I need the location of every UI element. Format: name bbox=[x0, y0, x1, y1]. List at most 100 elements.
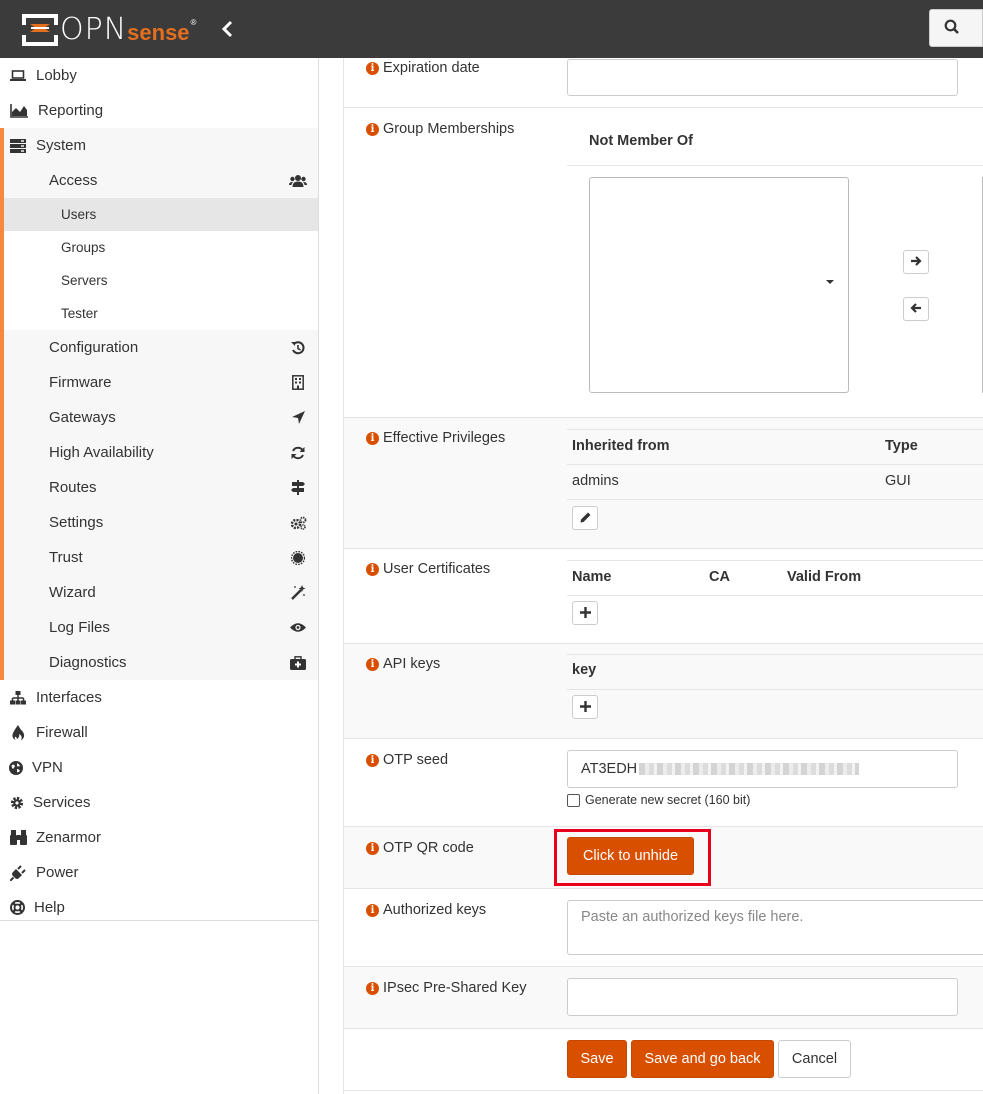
save-button[interactable]: Save bbox=[567, 1040, 627, 1078]
sidebar-item-interfaces[interactable]: Interfaces bbox=[0, 680, 318, 715]
row-otp-seed: i OTP seed AT3EDH Generate new secret (1… bbox=[344, 739, 983, 827]
sidebar-divider bbox=[0, 920, 318, 921]
building-icon bbox=[289, 375, 307, 390]
sidebar-item-label: Configuration bbox=[49, 339, 139, 356]
opnsense-logo[interactable]: OPN sense ® bbox=[22, 10, 196, 48]
sidebar-item-servers[interactable]: Servers bbox=[4, 264, 318, 297]
info-icon[interactable]: i bbox=[366, 981, 379, 995]
info-icon[interactable]: i bbox=[366, 431, 379, 445]
user-edit-form: i Expiration date i Group Memberships No… bbox=[343, 58, 983, 1094]
info-icon[interactable]: i bbox=[366, 562, 379, 576]
eye-icon bbox=[289, 622, 307, 633]
sidebar-item-label: Lobby bbox=[36, 67, 77, 84]
users-icon bbox=[289, 174, 307, 188]
sidebar-item-vpn[interactable]: VPN bbox=[0, 750, 318, 785]
generate-secret-checkbox[interactable] bbox=[567, 793, 580, 807]
row-ipsec-psk: i IPsec Pre-Shared Key bbox=[344, 967, 983, 1029]
sidebar-item-tester[interactable]: Tester bbox=[4, 297, 318, 330]
sidebar-item-label: High Availability bbox=[49, 444, 154, 461]
sidebar-item-label: Wizard bbox=[49, 584, 96, 601]
sidebar-item-label: Services bbox=[33, 794, 91, 811]
magic-icon bbox=[289, 585, 307, 600]
chevron-left-icon[interactable] bbox=[220, 18, 236, 40]
sidebar-item-system[interactable]: System bbox=[0, 128, 318, 163]
not-member-of-header: Not Member Of bbox=[589, 133, 693, 149]
search-button[interactable] bbox=[929, 9, 983, 47]
row-actions: Save Save and go back Cancel bbox=[344, 1029, 983, 1091]
sidebar-item-diagnostics[interactable]: Diagnostics bbox=[4, 645, 318, 680]
sidebar-item-wizard[interactable]: Wizard bbox=[4, 575, 318, 610]
sidebar-item-trust[interactable]: Trust bbox=[4, 540, 318, 575]
label-api-keys: i API keys bbox=[366, 656, 440, 672]
life-ring-icon bbox=[0, 900, 34, 915]
sidebar-item-label: Groups bbox=[61, 240, 106, 255]
label-expiration-date: i Expiration date bbox=[366, 60, 480, 76]
divider bbox=[567, 689, 983, 690]
sidebar-item-services[interactable]: Services bbox=[0, 785, 318, 820]
sidebar-item-configuration[interactable]: Configuration bbox=[4, 330, 318, 365]
authorized-keys-textarea[interactable]: Paste an authorized keys file here. bbox=[567, 900, 983, 955]
sidebar-item-firmware[interactable]: Firmware bbox=[4, 365, 318, 400]
otp-seed-value: AT3EDH bbox=[581, 761, 638, 777]
label-ipsec-psk: i IPsec Pre-Shared Key bbox=[366, 980, 526, 996]
divider bbox=[567, 165, 983, 166]
click-to-unhide-button[interactable]: Click to unhide bbox=[567, 837, 694, 875]
sidebar-item-users[interactable]: Users bbox=[4, 198, 318, 231]
sidebar-item-access[interactable]: Access bbox=[4, 163, 318, 198]
sidebar-item-reporting[interactable]: Reporting bbox=[0, 93, 318, 128]
sidebar-item-power[interactable]: Power bbox=[0, 855, 318, 890]
ipsec-psk-input[interactable] bbox=[567, 978, 958, 1016]
generate-secret-row: Generate new secret (160 bit) bbox=[567, 793, 750, 807]
sidebar-item-high-availability[interactable]: High Availability bbox=[4, 435, 318, 470]
sidebar-item-label: VPN bbox=[32, 759, 63, 776]
info-icon[interactable]: i bbox=[366, 903, 379, 917]
column-header-name: Name bbox=[572, 569, 612, 585]
sidebar-access-submenu: Users Groups Servers Tester bbox=[4, 198, 318, 330]
divider bbox=[567, 464, 983, 465]
add-api-key-button[interactable] bbox=[572, 695, 598, 719]
refresh-icon bbox=[289, 446, 307, 460]
info-icon[interactable]: i bbox=[366, 753, 379, 767]
expiration-date-input[interactable] bbox=[567, 59, 958, 96]
sidebar-item-firewall[interactable]: Firewall bbox=[0, 715, 318, 750]
sidebar-item-label: Interfaces bbox=[36, 689, 102, 706]
sidebar: Lobby Reporting System Access Users Grou… bbox=[0, 58, 319, 1094]
sidebar-item-label: Zenarmor bbox=[36, 829, 102, 846]
sidebar-item-settings[interactable]: Settings bbox=[4, 505, 318, 540]
logo-registered-mark: ® bbox=[190, 17, 197, 27]
sidebar-item-label: Firmware bbox=[49, 374, 112, 391]
sidebar-item-gateways[interactable]: Gateways bbox=[4, 400, 318, 435]
otp-seed-input[interactable]: AT3EDH bbox=[567, 750, 958, 788]
edit-privileges-button[interactable] bbox=[572, 506, 598, 530]
cancel-button[interactable]: Cancel bbox=[778, 1040, 851, 1078]
sidebar-item-label: Settings bbox=[49, 514, 104, 531]
save-and-go-back-button[interactable]: Save and go back bbox=[631, 1040, 774, 1078]
add-certificate-button[interactable] bbox=[572, 601, 598, 625]
not-member-of-listbox[interactable] bbox=[589, 177, 849, 393]
column-header-valid-from: Valid From bbox=[787, 569, 862, 585]
plus-icon bbox=[579, 699, 591, 715]
row-effective-privileges: i Effective Privileges Inherited from Ty… bbox=[344, 418, 983, 549]
column-header-ca: CA bbox=[709, 569, 730, 585]
add-to-group-button[interactable] bbox=[903, 250, 929, 274]
sidebar-item-routes[interactable]: Routes bbox=[4, 470, 318, 505]
laptop-icon bbox=[0, 69, 36, 82]
remove-from-group-button[interactable] bbox=[903, 297, 929, 321]
map-signs-icon bbox=[289, 480, 307, 495]
row-group-memberships: i Group Memberships Not Member Of bbox=[344, 108, 983, 418]
logo-opn-text: OPN bbox=[60, 11, 128, 47]
logo-sense-text: sense bbox=[127, 20, 190, 45]
info-icon[interactable]: i bbox=[366, 657, 379, 671]
sidebar-item-groups[interactable]: Groups bbox=[4, 231, 318, 264]
sidebar-item-zenarmor[interactable]: Zenarmor bbox=[0, 820, 318, 855]
sidebar-item-label: Routes bbox=[49, 479, 97, 496]
info-icon[interactable]: i bbox=[366, 61, 379, 75]
divider bbox=[567, 654, 983, 655]
sidebar-item-label: Log Files bbox=[49, 619, 110, 636]
column-header-type: Type bbox=[885, 438, 918, 454]
location-arrow-icon bbox=[289, 411, 307, 424]
info-icon[interactable]: i bbox=[366, 841, 379, 855]
info-icon[interactable]: i bbox=[366, 122, 379, 136]
sidebar-item-log-files[interactable]: Log Files bbox=[4, 610, 318, 645]
sidebar-item-lobby[interactable]: Lobby bbox=[0, 58, 318, 93]
